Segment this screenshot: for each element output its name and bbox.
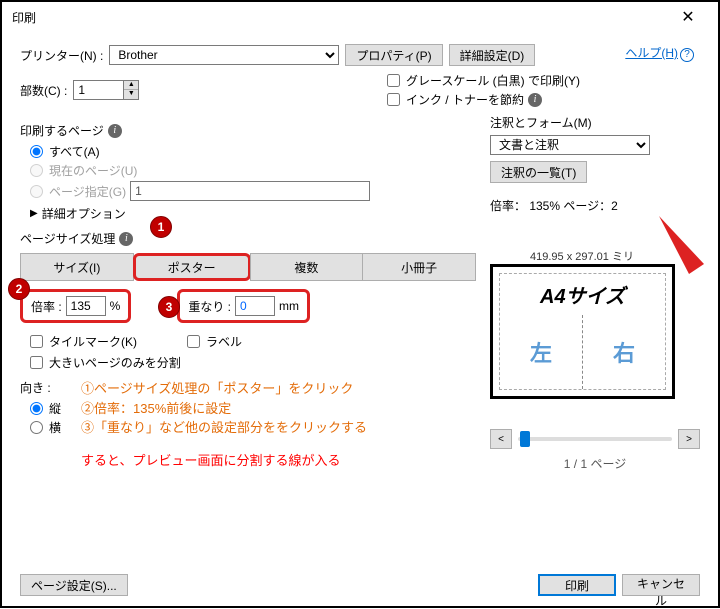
comments-title: 注釈とフォーム(M): [490, 114, 700, 131]
scale-label: 倍率 :: [31, 298, 62, 315]
label-checkbox[interactable]: [187, 335, 200, 348]
overlap-label: 重なり :: [188, 298, 231, 315]
tab-poster[interactable]: ポスター: [133, 253, 251, 281]
info-icon[interactable]: i: [528, 93, 542, 107]
advanced-button[interactable]: 詳細設定(D): [449, 44, 536, 66]
copies-label: 部数(C) :: [20, 82, 67, 99]
info-icon[interactable]: i: [108, 124, 122, 138]
slider-thumb[interactable]: [520, 431, 530, 447]
ink-checkbox[interactable]: [387, 93, 400, 106]
tile-label: タイルマーク(K): [49, 333, 137, 350]
page-setup-button[interactable]: ページ設定(S)...: [20, 574, 128, 596]
all-label: すべて(A): [49, 143, 100, 160]
preview-dim: 419.95 x 297.01 ミリ: [530, 248, 634, 264]
badge-2: 2: [8, 278, 30, 300]
next-button[interactable]: >: [678, 429, 700, 449]
large-checkbox[interactable]: [30, 356, 43, 369]
large-label: 大きいページのみを分割: [49, 354, 181, 371]
print-button[interactable]: 印刷: [538, 574, 616, 596]
close-button[interactable]: ✕: [668, 3, 708, 31]
window-title: 印刷: [12, 9, 36, 26]
tab-multiple[interactable]: 複数: [250, 253, 364, 281]
info-icon[interactable]: i: [119, 232, 133, 246]
prev-button[interactable]: <: [490, 429, 512, 449]
landscape-label: 横: [49, 419, 61, 436]
comments-list-button[interactable]: 注釈の一覧(T): [490, 161, 587, 183]
scale-input[interactable]: [66, 296, 106, 316]
printer-select[interactable]: Brother: [109, 45, 339, 65]
landscape-radio[interactable]: [30, 421, 43, 434]
badge-3: 3: [158, 296, 180, 318]
printer-label: プリンター(N) :: [20, 47, 103, 64]
help-icon: ?: [680, 48, 694, 62]
specify-label: ページ指定(G): [49, 183, 126, 200]
grayscale-checkbox[interactable]: [387, 74, 400, 87]
preview-pane: A4サイズ 左 右: [490, 264, 675, 399]
more-options-toggle[interactable]: ▶詳細オプション: [30, 205, 476, 222]
annotation-1: ①ページサイズ処理の「ポスター」をクリック: [81, 379, 476, 399]
overlap-input[interactable]: [235, 296, 275, 316]
portrait-label: 縦: [49, 400, 61, 417]
sizing-title: ページサイズ処理 i: [20, 230, 476, 247]
badge-1: 1: [150, 216, 172, 238]
copies-spinner[interactable]: ▲▼: [73, 80, 139, 100]
all-radio[interactable]: [30, 145, 43, 158]
triangle-right-icon: ▶: [30, 208, 38, 219]
annotation-3: ③「重なり」など他の設定部分ををクリックする: [81, 418, 476, 438]
current-label: 現在のページ(U): [49, 162, 137, 179]
portrait-radio[interactable]: [30, 402, 43, 415]
preview-info: 倍率： 135% ページ：2: [490, 197, 700, 214]
specify-radio: [30, 185, 43, 198]
preview-left: 左: [500, 315, 583, 389]
scale-unit: %: [110, 299, 121, 313]
tab-booklet[interactable]: 小冊子: [362, 253, 476, 281]
spin-down-icon[interactable]: ▼: [124, 90, 138, 99]
help-link[interactable]: ヘルプ(H)?: [625, 44, 694, 62]
comments-select[interactable]: 文書と注釈: [490, 135, 650, 155]
label-label: ラベル: [206, 333, 242, 350]
specify-input: [130, 181, 370, 201]
cancel-button[interactable]: キャンセル: [622, 574, 700, 596]
grayscale-label: グレースケール (白黒) で印刷(Y): [406, 72, 580, 89]
page-indicator: 1 / 1 ページ: [490, 455, 700, 472]
ink-label: インク / トナーを節約: [406, 91, 524, 108]
spin-up-icon[interactable]: ▲: [124, 81, 138, 90]
overlap-unit: mm: [279, 299, 299, 313]
annotation-4: すると、プレビュー画面に分割する線が入る: [81, 450, 476, 469]
annotation-2: ②倍率：135%前後に設定: [81, 399, 476, 419]
current-radio: [30, 164, 43, 177]
tile-checkbox[interactable]: [30, 335, 43, 348]
preview-a4-label: A4サイズ: [500, 274, 665, 315]
page-slider[interactable]: [518, 437, 672, 441]
properties-button[interactable]: プロパティ(P): [345, 44, 442, 66]
copies-input[interactable]: [73, 80, 123, 100]
pages-title: 印刷するページ i: [20, 122, 476, 139]
orient-title: 向き :: [20, 379, 61, 396]
tab-size[interactable]: サイズ(I): [20, 253, 134, 281]
preview-right: 右: [583, 315, 665, 389]
